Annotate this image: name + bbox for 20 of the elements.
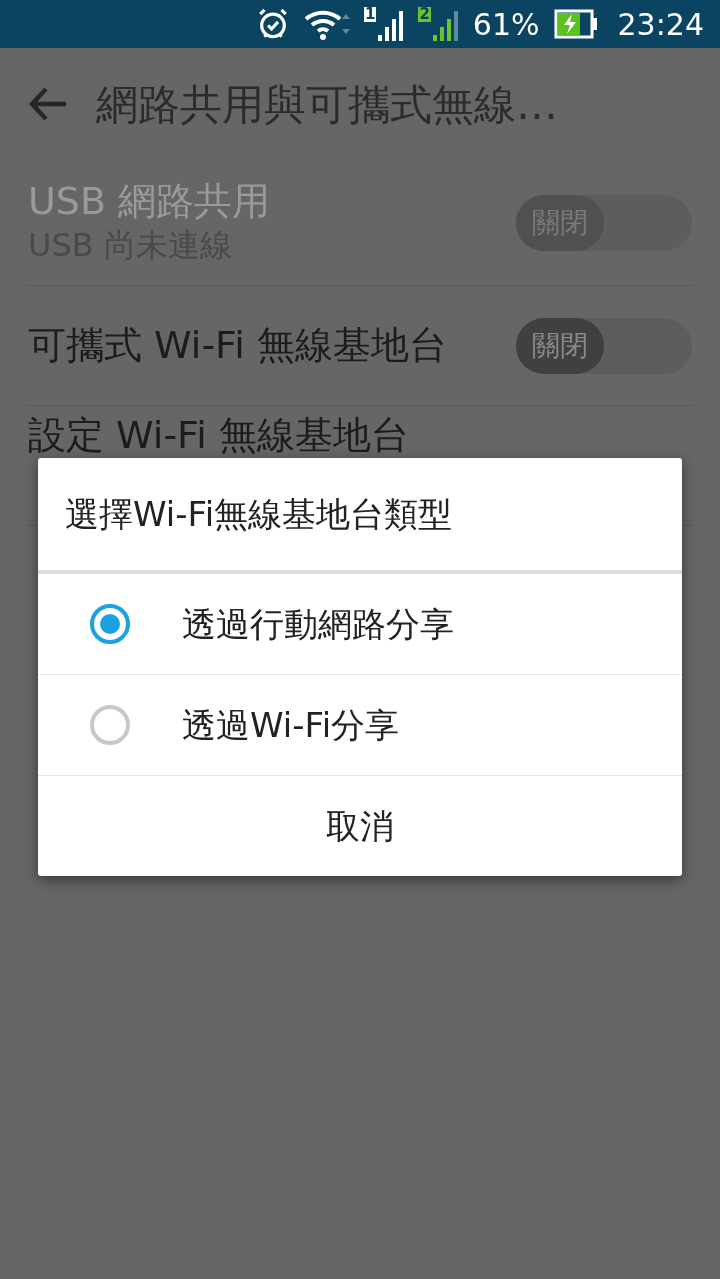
screen-title: 網路共用與可攜式無線… bbox=[96, 78, 558, 131]
back-arrow-icon[interactable] bbox=[28, 86, 68, 122]
clock: 23:24 bbox=[617, 5, 704, 44]
radio-option[interactable]: 透過Wi-Fi分享 bbox=[38, 675, 682, 776]
cancel-button[interactable]: 取消 bbox=[38, 776, 682, 876]
dialog-title: 選擇Wi-Fi無線基地台類型 bbox=[65, 492, 453, 536]
signal-bars-icon bbox=[432, 9, 459, 41]
radio-button[interactable] bbox=[90, 705, 130, 745]
setting-title[interactable]: 可攜式 Wi-Fi 無線基地台 bbox=[28, 321, 447, 370]
setting-title[interactable]: 設定 Wi-Fi 無線基地台 bbox=[28, 416, 409, 454]
option-label: 透過行動網路分享 bbox=[182, 602, 454, 646]
sim-number: 2 bbox=[418, 7, 431, 22]
signal-bars-icon bbox=[378, 9, 405, 41]
toggle-switch[interactable]: 關閉 bbox=[516, 317, 692, 374]
option-label: 透過Wi-Fi分享 bbox=[182, 703, 400, 747]
radio-button[interactable] bbox=[90, 604, 130, 644]
radio-option[interactable]: 透過行動網路分享 bbox=[38, 574, 682, 675]
switch-thumb: 關閉 bbox=[516, 317, 604, 374]
sim-number: 1 bbox=[363, 7, 377, 22]
battery-percentage: 61% bbox=[472, 5, 540, 44]
